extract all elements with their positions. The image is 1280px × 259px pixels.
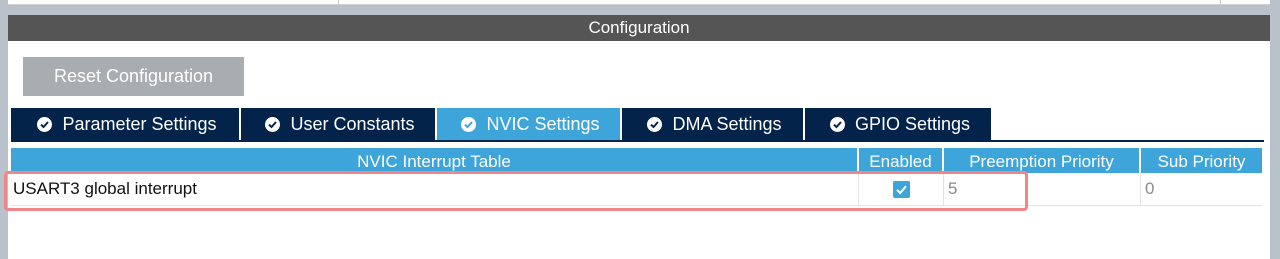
sub-priority-value[interactable]: 0 — [1141, 173, 1262, 205]
tab-label: DMA Settings — [672, 113, 782, 134]
column-header-interrupt[interactable]: NVIC Interrupt Table — [11, 148, 859, 173]
checkmark-icon — [895, 185, 907, 194]
tab-user-constants[interactable]: User Constants — [241, 108, 435, 140]
tab-bar-underline — [11, 140, 1264, 142]
tab-nvic-settings[interactable]: NVIC Settings — [437, 108, 620, 140]
check-circle-icon — [265, 116, 281, 132]
tab-gpio-settings[interactable]: GPIO Settings — [805, 108, 991, 140]
configuration-panel: Configuration Reset Configuration Parame… — [8, 15, 1270, 259]
tab-label: NVIC Settings — [486, 113, 600, 134]
enabled-checkbox[interactable] — [892, 180, 910, 198]
table-row[interactable]: USART3 global interrupt 5 0 — [11, 173, 1262, 206]
preemption-priority-value[interactable]: 5 — [944, 173, 1141, 205]
column-header-enabled[interactable]: Enabled — [859, 148, 944, 173]
check-circle-icon — [461, 116, 477, 132]
column-divider — [338, 0, 339, 4]
reset-configuration-button[interactable]: Reset Configuration — [23, 57, 244, 96]
tab-label: GPIO Settings — [854, 113, 971, 134]
settings-tab-bar: Parameter Settings User Constants NVIC S… — [11, 108, 993, 140]
upper-panel-edge — [8, 0, 1270, 5]
check-circle-icon — [647, 116, 663, 132]
nvic-table-header: NVIC Interrupt Table Enabled Preemption … — [11, 148, 1262, 173]
panel-title: Configuration — [8, 15, 1270, 41]
tab-label: User Constants — [290, 113, 415, 134]
tab-label: Parameter Settings — [62, 113, 217, 134]
column-header-sub-priority[interactable]: Sub Priority — [1141, 148, 1262, 173]
column-divider — [1220, 0, 1221, 4]
interrupt-name: USART3 global interrupt — [11, 173, 859, 205]
check-circle-icon — [37, 116, 53, 132]
check-circle-icon — [829, 116, 845, 132]
tab-dma-settings[interactable]: DMA Settings — [622, 108, 803, 140]
enabled-cell — [859, 173, 944, 205]
tab-parameter-settings[interactable]: Parameter Settings — [11, 108, 239, 140]
column-header-preemption-priority[interactable]: Preemption Priority — [944, 148, 1141, 173]
